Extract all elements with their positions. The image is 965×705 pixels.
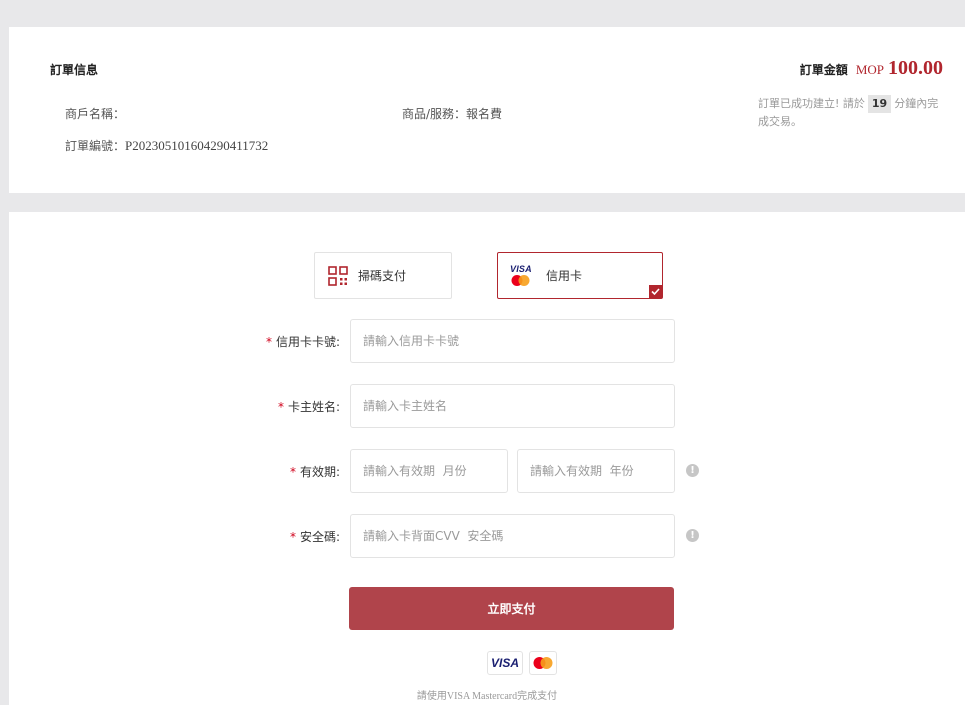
visa-logo: VISA bbox=[487, 651, 523, 675]
order-info-title: 訂單信息 bbox=[50, 63, 99, 77]
accepted-cards: VISA bbox=[487, 651, 557, 675]
selected-check-icon bbox=[649, 285, 662, 298]
order-amount-currency: MOP bbox=[855, 62, 884, 77]
tab-qr-label: 掃碼支付 bbox=[358, 269, 407, 283]
order-amount-value: 100.00 bbox=[888, 57, 943, 79]
status-prefix: 訂單已成功建立! 請於 bbox=[758, 97, 865, 110]
card-number-row: * 信用卡卡號: bbox=[9, 319, 965, 363]
expiry-month-input[interactable] bbox=[350, 449, 508, 493]
mastercard-icon bbox=[533, 657, 553, 669]
footer-note-brands: VISA Mastercard bbox=[446, 691, 518, 702]
card-number-label: * 信用卡卡號: bbox=[266, 333, 340, 350]
card-number-input[interactable] bbox=[350, 319, 675, 363]
holder-name-label-text: 卡主姓名: bbox=[287, 400, 340, 414]
merchant-name-label: 商戶名稱： bbox=[65, 107, 126, 121]
pay-now-button[interactable]: 立即支付 bbox=[349, 587, 674, 630]
tab-qr-payment[interactable]: 掃碼支付 bbox=[314, 252, 452, 299]
merchant-name: 商戶名稱： bbox=[65, 105, 125, 122]
countdown-minutes: 19 bbox=[867, 95, 892, 113]
cvv-label: * 安全碼: bbox=[290, 528, 340, 545]
order-amount: 訂單金額 MOP 100.00 bbox=[800, 57, 943, 80]
order-number: 訂單編號：P202305101604290411732 bbox=[65, 137, 268, 154]
footer-note-suffix: 完成支付 bbox=[517, 691, 558, 702]
order-status-message: 訂單已成功建立! 請於 19 分鐘內完成交易。 bbox=[758, 95, 948, 131]
tab-credit-card-label: 信用卡 bbox=[546, 269, 583, 283]
product-service: 商品/服務：報名費 bbox=[402, 105, 502, 122]
cvv-label-text: 安全碼: bbox=[299, 530, 340, 544]
order-number-value: P202305101604290411732 bbox=[125, 138, 269, 153]
cvv-info-icon[interactable]: ! bbox=[686, 529, 699, 542]
payment-panel: 掃碼支付 VISA 信用卡 *信用卡卡號: *卡主姓名: *有效期: ! *安全… bbox=[9, 212, 965, 705]
visa-logo-text: VISA bbox=[510, 264, 532, 274]
order-amount-label: 訂單金額 bbox=[799, 63, 848, 77]
expiry-year-input[interactable] bbox=[517, 449, 675, 493]
cvv-row: *安全碼: ! bbox=[9, 514, 965, 558]
mastercard-icon bbox=[511, 275, 530, 286]
footer-note: 請使用VISA Mastercard完成支付 bbox=[9, 687, 965, 702]
required-mark: * bbox=[265, 335, 272, 349]
holder-name-input[interactable] bbox=[350, 384, 675, 428]
holder-name-row: * 卡主姓名: bbox=[9, 384, 965, 428]
required-mark: * bbox=[289, 530, 296, 544]
product-value: 報名費 bbox=[466, 107, 503, 121]
visa-mastercard-icon: VISA bbox=[510, 264, 532, 287]
tab-credit-card[interactable]: VISA 信用卡 bbox=[497, 252, 663, 299]
required-mark: * bbox=[277, 400, 284, 414]
holder-name-label: * 卡主姓名: bbox=[278, 398, 340, 415]
order-info-panel: 訂單信息 商戶名稱： 訂單編號：P202305101604290411732 商… bbox=[9, 27, 965, 193]
expiry-row: *有效期: ! bbox=[9, 449, 965, 493]
card-number-label-text: 信用卡卡號: bbox=[275, 335, 340, 349]
footer-note-prefix: 請使用 bbox=[416, 691, 447, 702]
expiry-info-icon[interactable]: ! bbox=[686, 464, 699, 477]
mastercard-logo bbox=[529, 651, 557, 675]
required-mark: * bbox=[289, 465, 296, 479]
product-label: 商品/服務： bbox=[402, 107, 467, 121]
expiry-label: * 有效期: bbox=[290, 463, 340, 480]
cvv-input[interactable] bbox=[350, 514, 675, 558]
order-number-label: 訂單編號： bbox=[65, 139, 126, 153]
qr-code-icon bbox=[328, 265, 348, 286]
expiry-label-text: 有效期: bbox=[299, 465, 340, 479]
